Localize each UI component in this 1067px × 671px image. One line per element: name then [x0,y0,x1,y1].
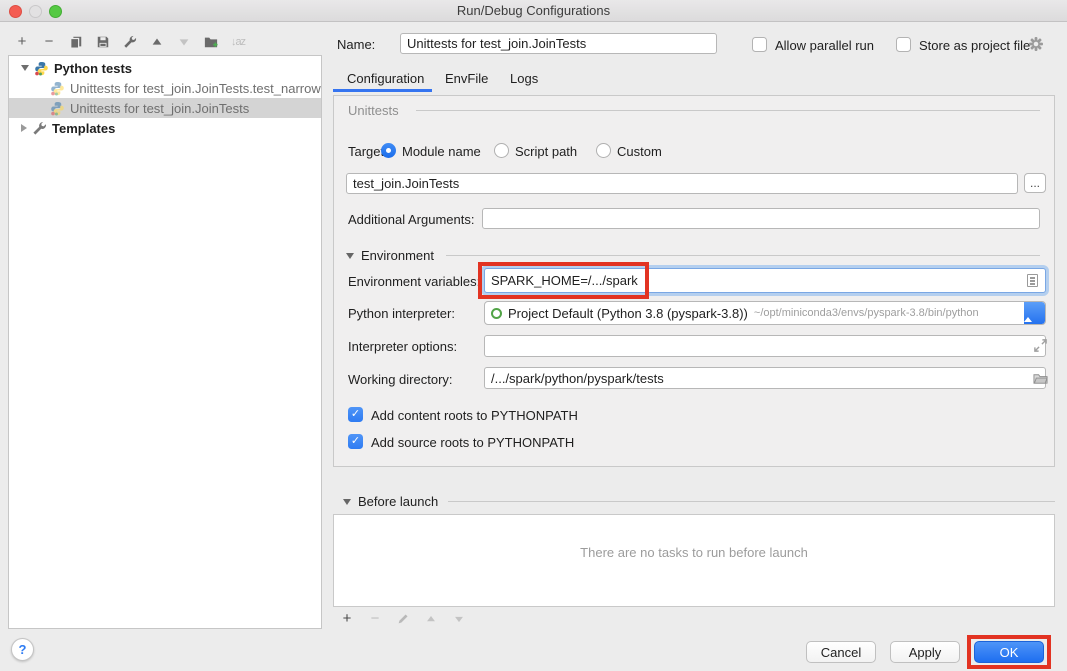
browse-module-button[interactable]: ... [1024,173,1046,193]
name-label: Name: [337,37,375,52]
remove-configuration-button[interactable]: − [41,34,57,50]
configurations-tree: Python tests Unittests for test_join.Joi… [8,55,322,629]
radio-script-path[interactable] [494,143,509,158]
python-test-icon [50,101,65,116]
tree-item-unittests-test-narrow[interactable]: Unittests for test_join.JoinTests.test_n… [9,78,321,98]
tree-item-label: Templates [52,121,115,136]
radio-custom-label: Custom [617,144,662,159]
before-launch-collapse-icon[interactable] [343,499,351,505]
move-up-icon[interactable] [149,34,165,50]
working-directory-input[interactable] [484,367,1046,389]
store-as-project-file-checkbox[interactable] [896,37,911,52]
active-tab-underline [333,89,432,92]
interpreter-options-label: Interpreter options: [348,339,457,354]
configurations-toolbar: + − ↓az [14,33,246,51]
radio-custom[interactable] [596,143,611,158]
separator [416,110,1040,111]
collapse-arrow-icon[interactable] [21,65,29,71]
add-content-roots-label: Add content roots to PYTHONPATH [371,408,578,423]
separator [448,501,1055,502]
tree-item-label: Unittests for test_join.JoinTests [70,101,249,116]
tree-item-label: Unittests for test_join.JoinTests.test_n… [70,81,321,96]
separator [446,255,1040,256]
before-launch-task-list: There are no tasks to run before launch [333,514,1055,607]
name-input[interactable] [400,33,717,54]
interpreter-env-icon [491,308,502,319]
window-title: Run/Debug Configurations [0,3,1067,18]
add-configuration-button[interactable]: + [14,34,30,50]
cancel-button[interactable]: Cancel [806,641,876,663]
python-interpreter-label: Python interpreter: [348,306,455,321]
working-directory-label: Working directory: [348,372,453,387]
gear-icon[interactable] [1028,36,1044,52]
unittests-group-label: Unittests [348,103,399,118]
radio-module-name[interactable] [381,143,396,158]
help-button[interactable]: ? [11,638,34,661]
empty-task-list-text: There are no tasks to run before launch [334,545,1054,560]
radio-module-name-label: Module name [402,144,481,159]
tree-item-templates[interactable]: Templates [9,118,321,138]
edit-task-pencil-icon [395,611,411,627]
remove-task-button: − [367,611,383,627]
expand-arrow-icon[interactable] [21,124,27,132]
add-source-roots-label: Add source roots to PYTHONPATH [371,435,574,450]
target-module-input[interactable] [346,173,1018,194]
allow-parallel-run-checkbox[interactable] [752,37,767,52]
run-debug-configurations-dialog: Run/Debug Configurations + − ↓az [0,0,1067,671]
expand-field-icon[interactable] [1033,338,1048,353]
task-toolbar: + − [339,611,467,627]
add-content-roots-checkbox[interactable]: ✓ [348,407,363,422]
add-source-roots-checkbox[interactable]: ✓ [348,434,363,449]
add-task-button[interactable]: + [339,611,355,627]
tab-logs[interactable]: Logs [510,71,538,91]
environment-variables-label: Environment variables: [348,274,480,289]
interpreter-options-input[interactable] [484,335,1046,357]
python-test-icon [50,81,65,96]
sort-configurations-icon: ↓az [230,34,246,50]
python-tests-icon [34,61,49,76]
edit-templates-wrench-icon[interactable] [122,34,138,50]
move-down-icon [176,34,192,50]
tree-item-label: Python tests [54,61,132,76]
allow-parallel-run-label: Allow parallel run [775,38,874,53]
task-move-up-icon [423,611,439,627]
interpreter-value: Project Default (Python 3.8 (pyspark-3.8… [508,306,748,321]
edit-environment-variables-icon[interactable] [1027,274,1038,287]
additional-arguments-input[interactable] [482,208,1040,229]
interpreter-path: ~/opt/miniconda3/envs/pyspark-3.8/bin/py… [754,307,979,319]
apply-button[interactable]: Apply [890,641,960,663]
configuration-form: Unittests Target: Module name Script pat… [333,95,1055,467]
task-move-down-icon [451,611,467,627]
titlebar: Run/Debug Configurations [0,0,1067,22]
copy-configuration-icon[interactable] [68,34,84,50]
additional-arguments-label: Additional Arguments: [348,212,474,227]
radio-script-path-label: Script path [515,144,577,159]
ok-button[interactable]: OK [974,641,1044,663]
combo-stepper-icon[interactable] [1024,302,1045,324]
environment-variables-input[interactable] [484,268,1046,293]
folder-icon[interactable] [1033,371,1048,386]
before-launch-header: Before launch [358,494,438,509]
store-as-project-file-label: Store as project file [919,38,1030,53]
new-folder-icon[interactable] [203,34,219,50]
tab-configuration[interactable]: Configuration [347,71,424,91]
python-interpreter-select[interactable]: Project Default (Python 3.8 (pyspark-3.8… [484,301,1046,325]
tree-item-unittests-jointests-selected[interactable]: Unittests for test_join.JoinTests [9,98,321,118]
templates-wrench-icon [32,121,47,136]
save-configuration-icon[interactable] [95,34,111,50]
tab-envfile[interactable]: EnvFile [445,71,488,91]
environment-header: Environment [361,248,434,263]
environment-collapse-icon[interactable] [346,253,354,259]
tree-item-python-tests[interactable]: Python tests [9,58,321,78]
